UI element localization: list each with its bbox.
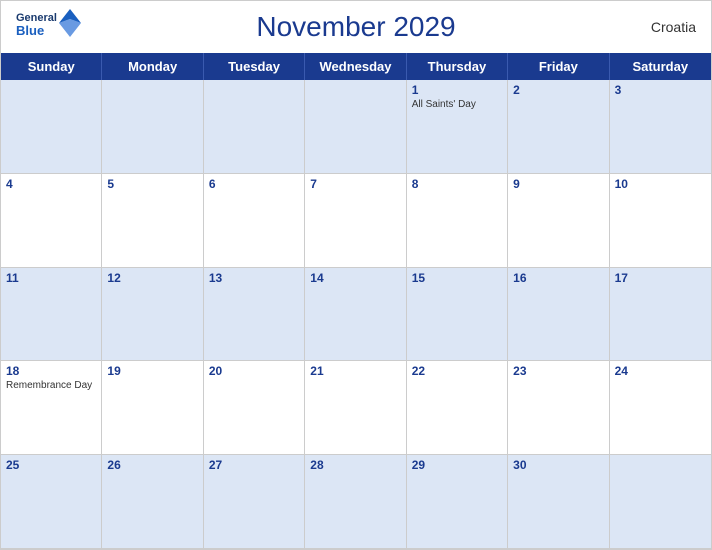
day-number: 16 <box>513 271 603 285</box>
day-cell: 17 <box>610 268 711 362</box>
day-cell: 14 <box>305 268 406 362</box>
day-number: 15 <box>412 271 502 285</box>
page-title: November 2029 <box>256 11 455 43</box>
day-cell: 2 <box>508 80 609 174</box>
day-number: 21 <box>310 364 400 378</box>
day-cell: 18 Remembrance Day <box>1 361 102 455</box>
day-number: 29 <box>412 458 502 472</box>
day-cell: 27 <box>204 455 305 549</box>
day-number: 23 <box>513 364 603 378</box>
day-cell: 19 <box>102 361 203 455</box>
day-cell: 26 <box>102 455 203 549</box>
holiday-label: Remembrance Day <box>6 380 96 391</box>
day-number: 20 <box>209 364 299 378</box>
day-cell <box>204 80 305 174</box>
day-number: 1 <box>412 83 502 97</box>
day-header-sunday: Sunday <box>1 53 102 80</box>
day-number: 7 <box>310 177 400 191</box>
day-cell: 7 <box>305 174 406 268</box>
day-number: 6 <box>209 177 299 191</box>
day-number: 14 <box>310 271 400 285</box>
calendar: General Blue November 2029 Croatia Sunda… <box>0 0 712 550</box>
day-cell <box>1 80 102 174</box>
day-number: 17 <box>615 271 706 285</box>
day-cell: 15 <box>407 268 508 362</box>
day-cell: 12 <box>102 268 203 362</box>
day-cell: 8 <box>407 174 508 268</box>
country-label: Croatia <box>651 19 696 35</box>
day-headers-row: SundayMondayTuesdayWednesdayThursdayFrid… <box>1 53 711 80</box>
day-header-wednesday: Wednesday <box>305 53 406 80</box>
day-cell: 9 <box>508 174 609 268</box>
day-number: 4 <box>6 177 96 191</box>
day-header-monday: Monday <box>102 53 203 80</box>
day-cell: 20 <box>204 361 305 455</box>
day-cell: 22 <box>407 361 508 455</box>
day-number: 2 <box>513 83 603 97</box>
day-cell: 28 <box>305 455 406 549</box>
day-number: 28 <box>310 458 400 472</box>
day-cell: 30 <box>508 455 609 549</box>
day-number: 22 <box>412 364 502 378</box>
day-cell: 11 <box>1 268 102 362</box>
day-number: 10 <box>615 177 706 191</box>
day-number: 27 <box>209 458 299 472</box>
day-cell: 23 <box>508 361 609 455</box>
day-header-saturday: Saturday <box>610 53 711 80</box>
day-number: 5 <box>107 177 197 191</box>
day-cell: 29 <box>407 455 508 549</box>
day-number: 26 <box>107 458 197 472</box>
day-header-tuesday: Tuesday <box>204 53 305 80</box>
day-cell: 10 <box>610 174 711 268</box>
day-number: 24 <box>615 364 706 378</box>
calendar-grid: 1 All Saints' Day 23 456789 10 11 12 13 14 15 16 17… <box>1 80 711 549</box>
day-cell: 1 All Saints' Day <box>407 80 508 174</box>
day-cell: 3 <box>610 80 711 174</box>
day-cell: 16 <box>508 268 609 362</box>
day-cell: 24 <box>610 361 711 455</box>
day-number: 11 <box>6 271 96 285</box>
day-cell <box>610 455 711 549</box>
day-cell: 21 <box>305 361 406 455</box>
day-header-thursday: Thursday <box>407 53 508 80</box>
day-header-friday: Friday <box>508 53 609 80</box>
day-number: 18 <box>6 364 96 378</box>
day-number: 30 <box>513 458 603 472</box>
holiday-label: All Saints' Day <box>412 99 502 110</box>
day-cell: 4 <box>1 174 102 268</box>
day-cell <box>305 80 406 174</box>
day-number: 12 <box>107 271 197 285</box>
day-number: 8 <box>412 177 502 191</box>
day-number: 19 <box>107 364 197 378</box>
logo-bird-icon <box>59 9 81 37</box>
day-number: 9 <box>513 177 603 191</box>
day-cell: 6 <box>204 174 305 268</box>
day-cell: 5 <box>102 174 203 268</box>
day-cell: 25 <box>1 455 102 549</box>
day-cell <box>102 80 203 174</box>
day-cell: 13 <box>204 268 305 362</box>
logo-blue: Blue <box>16 24 57 37</box>
logo: General Blue <box>16 9 81 37</box>
calendar-header: General Blue November 2029 Croatia <box>1 1 711 53</box>
day-number: 25 <box>6 458 96 472</box>
day-number: 3 <box>615 83 706 97</box>
day-number: 13 <box>209 271 299 285</box>
